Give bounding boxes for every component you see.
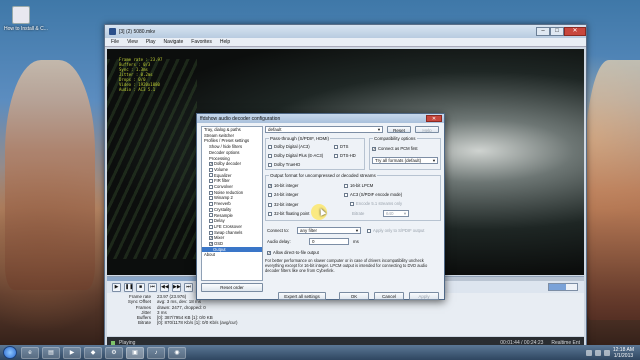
dialog-title: ffdshow audio decoder configuration xyxy=(200,115,281,122)
tree-item-checkbox[interactable] xyxy=(209,224,213,229)
apply-spdif-checkbox[interactable]: Apply only to S/PDIF output xyxy=(367,228,424,233)
tree-item-checkbox[interactable]: ✓ xyxy=(209,241,213,246)
bitrate-select[interactable]: 640 ▼ xyxy=(383,210,409,217)
rewind-button[interactable]: ◀◀ xyxy=(160,282,169,292)
16bit-lpcm-checkbox[interactable]: 16-bit LPCM xyxy=(344,183,373,188)
taskbar-audio-icon[interactable]: ♪ xyxy=(147,346,165,359)
expert-settings-button[interactable]: Expert all settings xyxy=(278,292,326,300)
tree-item-checkbox[interactable] xyxy=(209,196,213,201)
encode-51-checkbox[interactable]: Encode 5.1 streams only xyxy=(350,201,402,206)
tree-item-checkbox[interactable] xyxy=(209,179,213,184)
connect-to-select[interactable]: any filter ▼ xyxy=(297,227,361,234)
apply-button[interactable]: Apply xyxy=(409,292,439,300)
menu-navigate[interactable]: Navigate xyxy=(164,39,184,45)
taskbar-app-icon[interactable]: ◆ xyxy=(84,346,102,359)
settings-tree[interactable]: Tray, dialog & paths Stream switcher Profi… xyxy=(201,126,263,281)
24bit-integer-checkbox[interactable]: 24-bit integer xyxy=(268,192,298,197)
connect-pcm-checkbox[interactable]: ✓ Connect as PCM first xyxy=(372,146,418,151)
allow-direct-output-checkbox[interactable]: ✓ Allow direct-to-file output xyxy=(267,250,319,255)
help-button[interactable]: Help xyxy=(415,126,439,133)
audio-delay-unit: ms xyxy=(353,239,359,244)
start-button[interactable] xyxy=(3,346,17,359)
taskbar-ie-icon[interactable]: e xyxy=(21,346,39,359)
menu-file[interactable]: File xyxy=(111,39,119,45)
tree-item-checkbox[interactable]: ✓ xyxy=(209,162,213,167)
player-menubar: File View Play Navigate Favorites Help xyxy=(105,38,586,47)
16bit-integer-checkbox[interactable]: ✓ 16-bit integer xyxy=(268,183,298,188)
connect-to-label: Connect to: xyxy=(267,228,289,233)
previous-button[interactable]: ⏮ xyxy=(148,282,157,292)
forward-button[interactable]: ▶▶ xyxy=(172,282,181,292)
system-tray: 12:18 AM 1/1/2013 xyxy=(585,347,640,359)
desktop-shortcut[interactable]: How to Install & C... xyxy=(4,6,48,46)
taskbar-media-icon[interactable]: ▶ xyxy=(63,346,81,359)
reset-button[interactable]: Reset xyxy=(387,126,411,133)
stop-button[interactable]: ■ xyxy=(136,282,145,292)
taskbar-ffdshow-icon[interactable]: ◉ xyxy=(168,346,186,359)
cancel-button[interactable]: Cancel xyxy=(374,292,404,300)
32bit-float-checkbox[interactable]: 32-bit floating point xyxy=(268,211,309,216)
menu-play[interactable]: Play xyxy=(146,39,156,45)
taskbar-settings-icon[interactable]: ⚙ xyxy=(105,346,123,359)
menu-favorites[interactable]: Favorites xyxy=(191,39,212,45)
compatibility-group: Compatibility options xyxy=(369,136,441,170)
dts-checkbox[interactable]: DTS xyxy=(334,144,348,149)
dolby-truehd-checkbox[interactable]: Dolby TrueHD xyxy=(268,162,300,167)
dts-hd-checkbox[interactable]: DTS-HD xyxy=(334,153,356,158)
tree-item-checkbox[interactable] xyxy=(209,173,213,178)
tree-item-checkbox[interactable] xyxy=(209,213,213,218)
tray-volume-icon[interactable] xyxy=(594,349,601,356)
audio-delay-input[interactable]: 0 xyxy=(309,238,349,245)
player-titlebar[interactable]: [3] (2) 5080.mkv – □ ✕ xyxy=(105,25,586,38)
bitrate-label: Bitrate xyxy=(352,211,365,216)
tree-item-label: About xyxy=(204,252,215,258)
document-icon xyxy=(12,6,30,24)
tree-item-checkbox[interactable]: ✓ xyxy=(209,236,213,241)
preset-select[interactable]: default ▼ xyxy=(265,126,383,133)
play-button[interactable]: ▶ xyxy=(112,282,121,292)
dialog-close-button[interactable]: ✕ xyxy=(426,115,442,122)
player-title: [3] (2) 5080.mkv xyxy=(119,28,156,35)
tree-item-checkbox[interactable] xyxy=(209,219,213,224)
ok-button[interactable]: OK xyxy=(339,292,369,300)
volume-slider[interactable] xyxy=(548,283,578,291)
next-button[interactable]: ⏭ xyxy=(184,282,193,292)
tree-item-checkbox[interactable] xyxy=(209,190,213,195)
reset-order-button[interactable]: Reset order xyxy=(201,283,263,292)
maximize-button[interactable]: □ xyxy=(550,26,564,36)
taskbar: e ▤ ▶ ◆ ⚙ ▣ ♪ ◉ 12:18 AM 1/1/2013 xyxy=(0,345,640,360)
tree-item-checkbox[interactable] xyxy=(209,201,213,206)
pause-button[interactable]: ❚❚ xyxy=(124,282,133,292)
player-app-icon xyxy=(109,28,116,35)
info-text: For better performance on slower compute… xyxy=(265,258,428,273)
tree-item[interactable]: About xyxy=(202,252,262,258)
32bit-integer-checkbox[interactable]: 32-bit integer xyxy=(268,202,298,207)
tray-network-icon[interactable] xyxy=(585,349,592,356)
osd-overlay: Frame rate : 23.97 Buffers : 0/3 Sync : … xyxy=(119,57,163,92)
clock[interactable]: 12:18 AM 1/1/2013 xyxy=(613,347,634,359)
menu-view[interactable]: View xyxy=(127,39,138,45)
dolby-digital-checkbox[interactable]: Dolby Digital (AC3) xyxy=(268,144,310,149)
taskbar-player-icon[interactable]: ▣ xyxy=(126,346,144,359)
minimize-button[interactable]: – xyxy=(536,26,550,36)
menu-help[interactable]: Help xyxy=(220,39,230,45)
formats-select[interactable]: Try all formats (default) ▼ xyxy=(372,157,438,164)
tree-item-checkbox[interactable] xyxy=(209,167,213,172)
close-button[interactable]: ✕ xyxy=(564,26,586,36)
ac3-spdif-checkbox[interactable]: AC3 (S/PDIF encode mode) xyxy=(344,192,402,197)
taskbar-folder-icon[interactable]: ▤ xyxy=(42,346,60,359)
tree-item-checkbox[interactable] xyxy=(209,230,213,235)
desktop-shortcut-label: How to Install & C... xyxy=(4,26,48,32)
tree-item-checkbox[interactable] xyxy=(209,184,213,189)
audio-delay-label: Audio delay: xyxy=(267,239,291,244)
dialog-titlebar[interactable]: ffdshow audio decoder configuration ✕ xyxy=(197,114,444,123)
tray-flag-icon[interactable] xyxy=(603,349,610,356)
status-play-icon xyxy=(111,340,115,345)
dolby-digital-plus-checkbox[interactable]: Dolby Digital Plus (E-AC3) xyxy=(268,153,323,158)
tree-item-checkbox[interactable] xyxy=(209,207,213,212)
